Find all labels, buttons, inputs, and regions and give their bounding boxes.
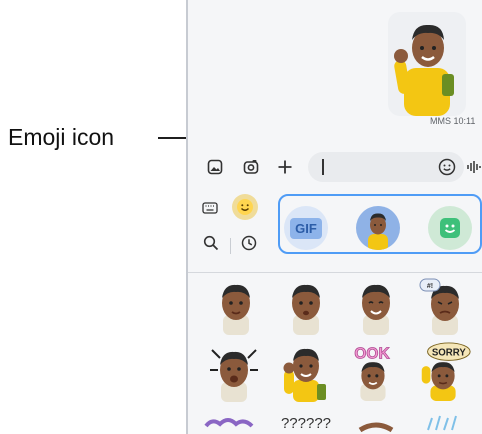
keyboard-icon[interactable] [198, 196, 222, 220]
ar-emoji-category-button[interactable] [356, 206, 400, 250]
search-icon[interactable] [200, 232, 222, 254]
sticker-item[interactable] [204, 340, 264, 402]
message-timestamp: MMS 10:11 [430, 116, 476, 126]
text-caret [322, 159, 324, 175]
sticker-item[interactable]: #! [414, 274, 474, 336]
tab-divider [230, 238, 231, 254]
gif-label: GIF [290, 217, 322, 239]
panel-divider [188, 272, 482, 273]
plus-icon[interactable] [274, 156, 296, 178]
sticker-item[interactable] [276, 274, 336, 336]
composer-bar [188, 146, 482, 186]
emoji-panel: GIF #! OOK SORRY ?????? [188, 190, 482, 434]
camera-icon[interactable] [240, 156, 262, 178]
svg-text:??????: ?????? [281, 415, 331, 432]
sticker-icon [440, 218, 460, 238]
sticker-item[interactable]: SORRY [414, 340, 474, 402]
sorry-text: SORRY [432, 348, 467, 359]
emoji-icon[interactable] [436, 156, 458, 178]
gallery-icon[interactable] [204, 156, 226, 178]
gif-category-button[interactable]: GIF [284, 206, 328, 250]
avatar-waving-sticker [394, 24, 454, 116]
ook-text: OOK [354, 345, 390, 362]
voice-icon[interactable] [464, 156, 482, 178]
sticker-item[interactable] [346, 274, 406, 336]
svg-text:#!: #! [427, 283, 433, 290]
sticker-item[interactable]: OOK [342, 340, 402, 402]
avatar-icon [368, 213, 388, 250]
sent-sticker-bubble[interactable] [388, 12, 466, 116]
chat-area: MMS 10:11 [188, 0, 482, 134]
sticker-item[interactable]: ?????? [276, 412, 336, 434]
emoji-smiley-icon[interactable] [232, 194, 258, 220]
sticker-item[interactable] [202, 412, 262, 434]
phone-screen: MMS 10:11 GIF #! OOK SORRY ?????? [186, 0, 482, 434]
sticker-category-button[interactable] [428, 206, 472, 250]
panel-side-tabs [188, 190, 264, 266]
sticker-item[interactable] [346, 412, 406, 434]
sticker-item[interactable] [206, 274, 266, 336]
sticker-item[interactable] [276, 340, 336, 402]
callout-label: Emoji icon [8, 124, 115, 150]
message-input[interactable] [308, 152, 464, 182]
recent-icon[interactable] [238, 232, 260, 254]
sticker-item[interactable] [414, 412, 474, 434]
